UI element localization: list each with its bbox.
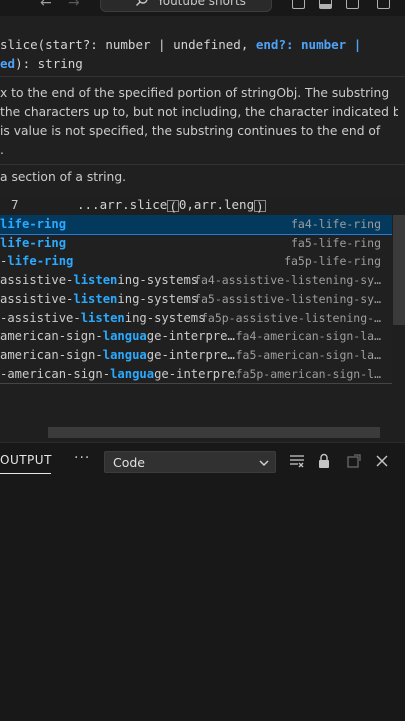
- label-text: ing-systems: [124, 310, 206, 325]
- toggle-panel-icon[interactable]: [319, 0, 332, 9]
- signature-text: slice(start?: number | undefined,: [0, 37, 256, 52]
- lock-icon[interactable]: [316, 453, 332, 469]
- suggestion-detail: fa4-american-sign-la…: [235, 329, 381, 344]
- back-arrow-icon[interactable]: ←: [40, 0, 52, 11]
- bottom-panel: OUTPUT ··· Code: [0, 442, 405, 721]
- output-channel-select[interactable]: Code: [104, 451, 276, 473]
- label-text: assistive-: [0, 291, 74, 306]
- label-text: ge-interpre…: [146, 329, 235, 344]
- open-in-editor-icon[interactable]: [346, 453, 362, 469]
- suggestion-label: life-ring: [0, 215, 236, 234]
- label-text: ing-systems: [117, 291, 199, 306]
- label-match-highlight: langua: [102, 329, 147, 344]
- label-text: american-sign-: [0, 347, 103, 362]
- chevron-down-icon: [259, 460, 269, 467]
- doc-line: the characters up to, but not including,…: [0, 105, 398, 119]
- toggle-secondary-sidebar-icon[interactable]: [346, 0, 359, 9]
- suggestion-label: american-sign-language-interpre…: [0, 346, 236, 365]
- function-signature: slice(start?: number | undefined, end?: …: [0, 35, 361, 73]
- more-actions-icon[interactable]: ···: [74, 450, 90, 466]
- suggestion-label: american-sign-language-interpre…: [0, 327, 236, 346]
- label-text: -assistive-: [0, 310, 81, 325]
- suggestion-scrollbar[interactable]: [393, 215, 405, 325]
- suggestion-detail: fa5-assistive-listening-sy…: [194, 291, 381, 306]
- command-center-search[interactable]: Youtube shorts: [100, 0, 272, 12]
- active-parameter-tail: ed: [0, 56, 16, 71]
- suggestion-item[interactable]: assistive-listening-systems fa5-assistive…: [0, 290, 392, 309]
- doc-description: x to the end of the specified portion of…: [0, 84, 398, 160]
- suggestion-item[interactable]: -life-ring fa5p-life-ring: [0, 252, 392, 271]
- suggestion-detail: fa5p-assistive-listening-…: [200, 310, 381, 325]
- doc-line: x to the end of the specified portion of…: [0, 86, 390, 100]
- label-text: assistive-: [0, 273, 74, 288]
- bracket-match-close: ): [254, 198, 266, 214]
- suggestion-detail: fa4-assistive-listening-sy…: [194, 273, 381, 288]
- label-text: ing-systems: [117, 273, 199, 288]
- forward-arrow-icon[interactable]: →: [68, 0, 80, 11]
- line-number: 7: [11, 197, 19, 212]
- suggestion-detail: fa5p-american-sign-l…: [235, 366, 381, 381]
- label-match-highlight: life-ring: [0, 217, 67, 231]
- suggestion-item[interactable]: -american-sign-language-interpre… fa5p-am…: [0, 365, 392, 383]
- active-tab-indicator: [0, 473, 51, 474]
- label-match-highlight: listen: [73, 291, 118, 306]
- signature-return: ): string: [15, 56, 83, 71]
- output-channel-value: Code: [113, 455, 146, 470]
- tab-output[interactable]: OUTPUT: [0, 453, 52, 467]
- doc-line: .: [0, 143, 4, 157]
- suggestion-label: life-ring: [0, 234, 236, 253]
- editor-horizontal-scrollbar[interactable]: [48, 427, 380, 438]
- suggestion-item[interactable]: american-sign-language-interpre… fa5-amer…: [0, 346, 392, 365]
- suggestion-detail: fa5-life-ring: [290, 235, 381, 250]
- suggestion-detail: fa5-american-sign-la…: [235, 347, 381, 362]
- search-icon: [136, 0, 148, 6]
- bracket-match-open: (: [167, 198, 179, 214]
- doc-summary: a section of a string.: [0, 170, 127, 184]
- suggestion-item[interactable]: life-ring fa4-life-ring: [0, 215, 392, 235]
- suggestion-item[interactable]: american-sign-language-interpre… fa4-amer…: [0, 327, 392, 346]
- label-match-highlight: langua: [110, 366, 155, 381]
- label-text: ge-interpre…: [154, 366, 236, 381]
- close-icon[interactable]: [375, 453, 389, 469]
- toggle-primary-sidebar-icon[interactable]: [292, 0, 305, 9]
- label-text: ge-interpre…: [146, 347, 235, 362]
- suggestion-detail: fa4-life-ring: [290, 217, 381, 231]
- search-text: Youtube shorts: [157, 0, 246, 8]
- active-parameter: end?: number |: [255, 37, 362, 52]
- suggestion-item[interactable]: assistive-listening-systems fa4-assistive…: [0, 271, 392, 290]
- doc-line: is value is not specified, the substring…: [0, 124, 381, 138]
- doc-divider: [0, 76, 405, 77]
- label-match-highlight: life-ring: [7, 254, 74, 269]
- doc-divider: [0, 164, 405, 165]
- code-segment: 0,arr.leng: [178, 197, 255, 212]
- title-bar: ← → Youtube shorts: [0, 0, 405, 16]
- label-match-highlight: listen: [73, 273, 118, 288]
- suggestion-label: -life-ring: [0, 252, 236, 271]
- suggestion-detail: fa5p-life-ring: [284, 254, 381, 269]
- code-segment: ...arr.slice: [77, 197, 168, 212]
- label-text: american-sign-: [0, 329, 103, 344]
- label-text: -american-sign-: [0, 366, 111, 381]
- suggestion-item[interactable]: life-ring fa5-life-ring: [0, 234, 392, 253]
- label-match-highlight: life-ring: [0, 235, 67, 250]
- customize-layout-icon[interactable]: [377, 0, 390, 9]
- label-match-highlight: listen: [80, 310, 125, 325]
- suggestion-list[interactable]: life-ring fa4-life-ring life-ring fa5-life-…: [0, 215, 392, 384]
- filter-list-icon[interactable]: [288, 453, 306, 469]
- hover-documentation: slice(start?: number | undefined, end?: …: [0, 16, 405, 196]
- editor-line[interactable]: 7 ...arr.slice(0,arr.leng): [0, 196, 405, 214]
- suggestion-item[interactable]: -assistive-listening-systems fa5p-assisti…: [0, 309, 392, 328]
- suggestion-label: -american-sign-language-interpre…: [0, 365, 236, 383]
- code-text[interactable]: ...arr.slice(0,arr.leng): [77, 196, 266, 214]
- label-match-highlight: langua: [102, 347, 147, 362]
